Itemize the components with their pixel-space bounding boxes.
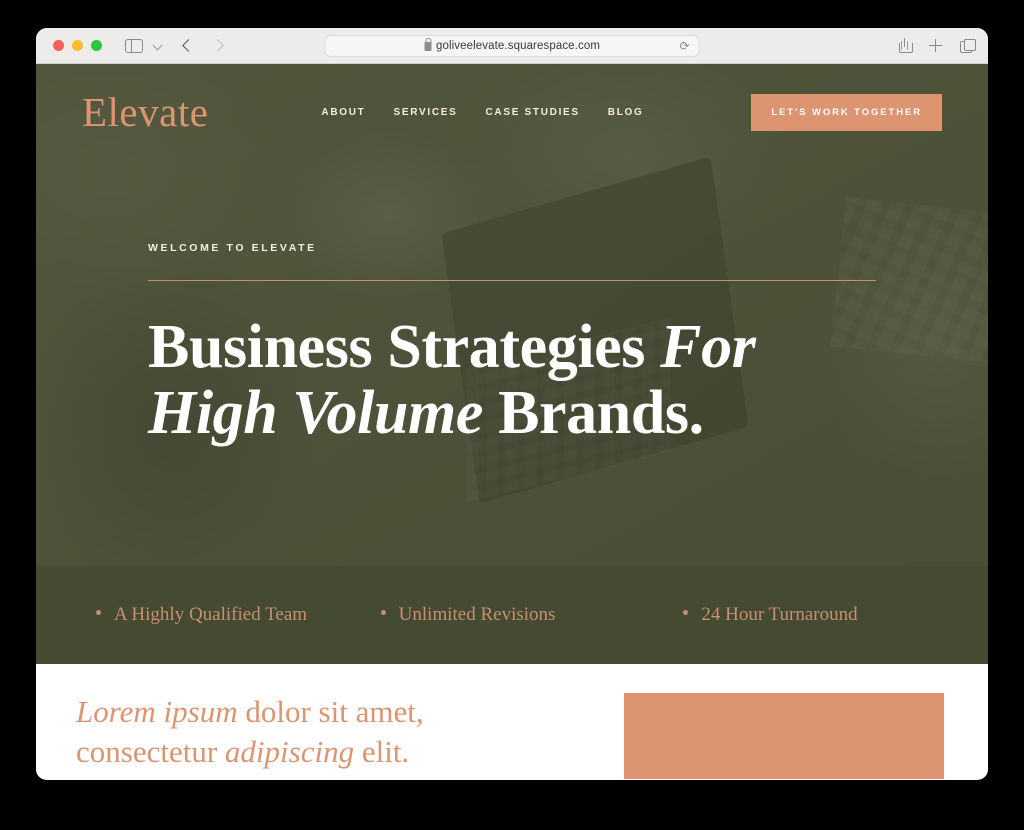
address-bar-content: goliveelevate.squarespace.com bbox=[424, 38, 600, 52]
web-page: Elevate ABOUT SERVICES CASE STUDIES BLOG… bbox=[36, 64, 988, 779]
bullet-icon bbox=[96, 610, 101, 615]
tab-overview-icon[interactable] bbox=[960, 39, 976, 53]
share-icon[interactable] bbox=[899, 38, 913, 53]
close-window-button[interactable] bbox=[53, 40, 64, 51]
feature-bar: A Highly Qualified Team Unlimited Revisi… bbox=[36, 566, 988, 664]
main-navigation: ABOUT SERVICES CASE STUDIES BLOG bbox=[321, 107, 643, 118]
nav-item-services[interactable]: SERVICES bbox=[393, 107, 457, 118]
browser-toolbar: goliveelevate.squarespace.com ⟳ bbox=[36, 28, 988, 64]
hero-headline: Business Strategies For High Volume Brand… bbox=[148, 313, 788, 447]
browser-window: goliveelevate.squarespace.com ⟳ Elevate … bbox=[36, 28, 988, 780]
lower-intro-text: Lorem ipsum dolor sit amet, consectetur … bbox=[76, 692, 506, 771]
feature-item-unlimited-revisions: Unlimited Revisions bbox=[349, 604, 634, 626]
lower-text-2: elit. bbox=[354, 733, 410, 769]
maximize-window-button[interactable] bbox=[91, 40, 102, 51]
hero-eyebrow: WELCOME TO ELEVATE bbox=[148, 242, 317, 254]
lower-italic-2: adipiscing bbox=[224, 733, 355, 769]
address-bar[interactable]: goliveelevate.squarespace.com ⟳ bbox=[324, 34, 700, 57]
toolbar-left-controls bbox=[102, 38, 225, 54]
screen: goliveelevate.squarespace.com ⟳ Elevate … bbox=[0, 0, 1024, 830]
nav-item-case-studies[interactable]: CASE STUDIES bbox=[485, 107, 579, 118]
traffic-lights bbox=[53, 40, 102, 51]
feature-item-24-hour-turnaround: 24 Hour Turnaround bbox=[633, 604, 936, 626]
forward-arrow-icon bbox=[211, 38, 225, 54]
nav-item-about[interactable]: ABOUT bbox=[321, 107, 365, 118]
bullet-icon bbox=[683, 610, 689, 615]
toolbar-right-controls bbox=[899, 38, 976, 53]
lock-icon bbox=[424, 38, 432, 51]
headline-part-2: Brands. bbox=[482, 378, 704, 447]
headline-italic-1: For bbox=[660, 313, 756, 381]
feature-label: Unlimited Revisions bbox=[398, 604, 556, 625]
hero-text-block: WELCOME TO ELEVATE Business Strategies F… bbox=[148, 242, 928, 446]
chevron-down-icon[interactable] bbox=[153, 41, 163, 51]
bullet-icon bbox=[380, 610, 386, 615]
reload-icon[interactable]: ⟳ bbox=[679, 40, 689, 52]
feature-item-qualified-team: A Highly Qualified Team bbox=[88, 604, 349, 626]
url-text: goliveelevate.squarespace.com bbox=[436, 39, 600, 52]
lower-italic-1: Lorem ipsum bbox=[76, 694, 238, 729]
minimize-window-button[interactable] bbox=[72, 40, 83, 51]
lets-work-together-button[interactable]: LET'S WORK TOGETHER bbox=[751, 93, 942, 131]
back-arrow-icon[interactable] bbox=[181, 38, 195, 54]
headline-italic-2: High Volume bbox=[148, 378, 483, 447]
new-tab-icon[interactable] bbox=[929, 39, 942, 52]
site-header: Elevate ABOUT SERVICES CASE STUDIES BLOG… bbox=[36, 64, 988, 160]
site-logo[interactable]: Elevate bbox=[82, 91, 208, 133]
hero-section: Elevate ABOUT SERVICES CASE STUDIES BLOG… bbox=[36, 64, 988, 566]
headline-part-1: Business Strategies bbox=[148, 313, 661, 381]
lower-section: Lorem ipsum dolor sit amet, consectetur … bbox=[36, 664, 988, 779]
nav-item-blog[interactable]: BLOG bbox=[608, 107, 644, 118]
feature-label: A Highly Qualified Team bbox=[114, 604, 308, 625]
feature-label: 24 Hour Turnaround bbox=[701, 604, 858, 625]
salmon-image-block bbox=[624, 693, 944, 779]
hero-divider bbox=[148, 280, 876, 281]
sidebar-toggle-icon[interactable] bbox=[124, 38, 144, 54]
hero-content: Elevate ABOUT SERVICES CASE STUDIES BLOG… bbox=[36, 64, 988, 566]
